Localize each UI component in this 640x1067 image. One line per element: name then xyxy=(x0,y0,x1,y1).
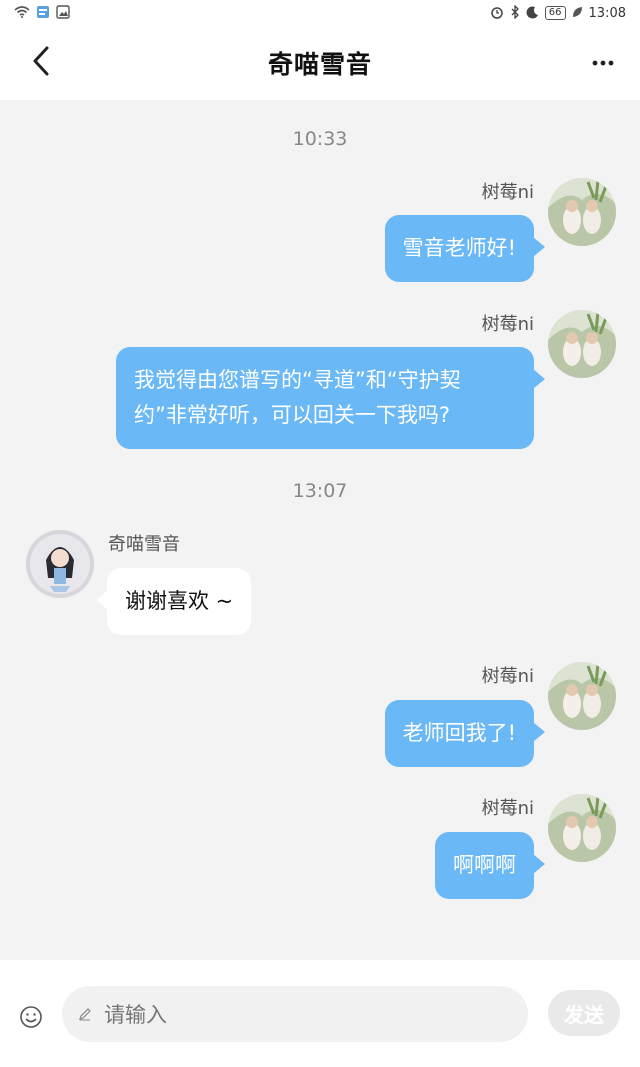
message-text: 雪音老师好! xyxy=(402,236,516,260)
message-bubble[interactable]: 老师回我了! xyxy=(384,700,546,767)
smiley-icon xyxy=(20,1006,42,1028)
input-bar: 请输入 发送 xyxy=(0,960,640,1067)
wifi-icon xyxy=(14,6,30,20)
avatar[interactable] xyxy=(548,794,616,862)
message-bubble[interactable]: 我觉得由您谱写的“寻道”和“守护契 约”非常好听，可以回关一下我吗? xyxy=(116,347,545,449)
sender-name: 奇喵雪音 xyxy=(108,534,180,555)
message-bubble[interactable]: 谢谢喜欢 ~ xyxy=(95,568,252,635)
message-text: 谢谢喜欢 ~ xyxy=(125,589,234,613)
avatar[interactable] xyxy=(548,310,616,378)
message-text-line: 我觉得由您谱写的“寻道”和“守护契 xyxy=(134,368,461,392)
back-button[interactable] xyxy=(24,44,58,78)
leaf-icon xyxy=(572,6,583,20)
chat-area[interactable]: 10:33 树莓ni 雪音老师好! 树莓ni 我觉得由您谱写的“寻道”和“守护契… xyxy=(0,100,640,960)
chevron-left-icon xyxy=(33,46,49,76)
avatar[interactable] xyxy=(26,530,94,598)
status-bar: 66 13:08 xyxy=(0,0,640,26)
timestamp: 10:33 xyxy=(292,128,348,150)
send-button[interactable]: 发送 xyxy=(548,990,620,1036)
moon-icon xyxy=(526,5,539,21)
battery-icon: 66 xyxy=(544,6,566,20)
message-bubble[interactable]: 啊啊啊 xyxy=(435,832,545,899)
sender-name: 树莓ni xyxy=(481,182,534,203)
message-text: 老师回我了! xyxy=(402,721,516,745)
alarm-icon xyxy=(490,5,504,21)
more-button[interactable] xyxy=(588,48,618,78)
image-icon xyxy=(56,5,70,21)
sender-name: 树莓ni xyxy=(481,798,534,819)
message-input[interactable]: 请输入 xyxy=(62,986,528,1042)
chat-header: 奇喵雪音 xyxy=(0,26,640,100)
sender-name: 树莓ni xyxy=(481,314,534,335)
sender-name: 树莓ni xyxy=(481,666,534,687)
page-title: 奇喵雪音 xyxy=(267,50,372,79)
message-text-line: 约”非常好听，可以回关一下我吗? xyxy=(134,403,451,427)
message-text: 啊啊啊 xyxy=(453,853,516,877)
avatar[interactable] xyxy=(548,662,616,730)
status-right: 66 13:08 xyxy=(490,4,626,21)
input-placeholder: 请输入 xyxy=(104,1003,167,1027)
avatar[interactable] xyxy=(548,178,616,246)
status-left xyxy=(14,5,70,21)
bluetooth-icon xyxy=(510,4,520,21)
app-icon xyxy=(36,5,50,21)
status-time: 13:08 xyxy=(588,5,626,21)
more-dots-icon xyxy=(592,60,614,66)
timestamp: 13:07 xyxy=(292,480,348,502)
emoji-button[interactable] xyxy=(14,1000,48,1034)
message-bubble[interactable]: 雪音老师好! xyxy=(384,215,546,282)
pencil-icon xyxy=(74,1003,96,1025)
